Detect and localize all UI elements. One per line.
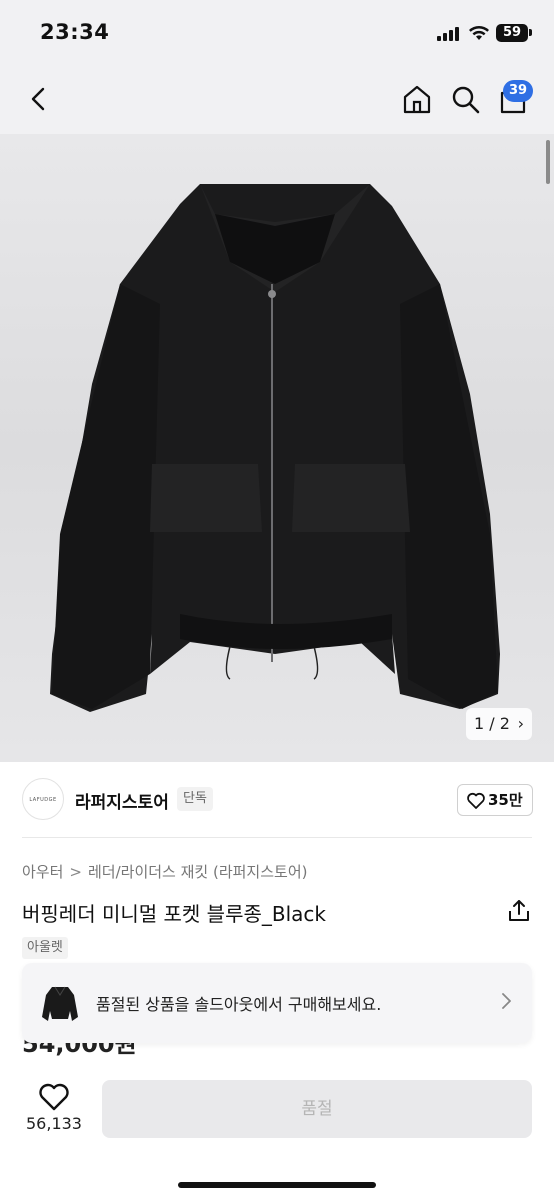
share-icon[interactable] [506,898,532,924]
battery-indicator: 59 [496,24,528,42]
status-bar: 23:34 59 [0,0,554,64]
wishlist-button[interactable]: 56,133 [26,1080,82,1140]
status-time: 23:34 [40,20,110,44]
heart-icon [39,1083,69,1111]
soldout-banner-text: 품절된 상품을 솔드아웃에서 구매해보세요. [96,995,382,1014]
soldout-buy-button[interactable]: 품절 [102,1080,532,1138]
store-like-count: 35만 [488,791,523,809]
home-icon[interactable] [400,82,434,116]
chevron-right-icon [502,993,511,1009]
chevron-right-icon: › [517,714,524,733]
store-name[interactable]: 라퍼지스토어 [75,788,169,813]
breadcrumb-separator-icon: > [69,863,82,881]
breadcrumb-category[interactable]: 아우터 [22,863,63,881]
top-navigation [0,64,554,134]
jacket-thumbnail [42,986,78,1021]
product-title: 버핑레더 미니멀 포켓 블루종_Black [22,902,326,926]
store-logo[interactable]: LAFUDGE [22,778,64,820]
battery-tip [529,29,532,36]
divider [22,837,532,838]
wishlist-count: 56,133 [26,1114,82,1133]
image-counter[interactable]: 1 / 2 › [466,708,532,740]
product-image[interactable] [0,134,554,762]
outlet-badge: 아울렛 [22,937,68,959]
back-icon[interactable] [22,82,56,116]
search-icon[interactable] [448,82,482,116]
home-indicator [178,1182,376,1188]
breadcrumb: 아우터 > 레더/라이더스 재킷 (라퍼지스토어) [22,861,307,882]
breadcrumb-subcategory[interactable]: 레더/라이더스 재킷 (라퍼지스토어) [88,863,308,881]
jacket-image [50,184,500,712]
cellular-signal-icon [437,27,461,41]
store-like-button[interactable]: 35만 [457,784,533,816]
soldout-banner[interactable]: 품절된 상품을 솔드아웃에서 구매해보세요. [22,963,532,1043]
image-counter-text: 1 / 2 [474,714,510,733]
exclusive-tag: 단독 [177,787,213,811]
heart-icon [467,792,485,809]
scroll-indicator[interactable] [546,140,550,184]
wifi-icon [469,26,489,40]
cart-count-badge: 39 [503,80,533,102]
